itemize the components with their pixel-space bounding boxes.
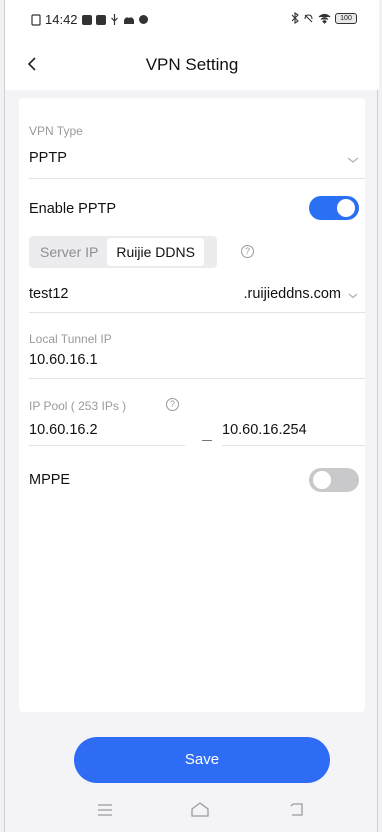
cloud-icon (123, 16, 134, 24)
app-frame: 14:42 100 VPN Setting VPN Type PPTP Enab… (4, 0, 379, 832)
vpn-type-label: VPN Type (29, 124, 83, 138)
sim-icon (31, 13, 41, 26)
settings-card: VPN Type PPTP Enable PPTP Server IP Ruij… (19, 98, 365, 712)
divider (29, 178, 365, 179)
ddns-domain-field[interactable]: test12 .ruijieddns.com (19, 278, 365, 312)
local-tunnel-input[interactable]: 10.60.16.1 (29, 352, 98, 368)
status-left: 14:42 (31, 12, 148, 27)
help-icon[interactable]: ? (166, 398, 179, 411)
tab-ruijie-ddns[interactable]: Ruijie DDNS (107, 238, 204, 266)
server-type-segmented: Server IP Ruijie DDNS (29, 236, 217, 268)
status-right: 100 (291, 12, 357, 24)
divider (29, 378, 365, 379)
tab-server-ip[interactable]: Server IP (31, 238, 107, 266)
chevron-down-icon (347, 157, 359, 163)
mute-icon (304, 13, 313, 22)
mppe-label: MPPE (29, 472, 71, 488)
app-icon (81, 14, 92, 25)
battery-icon: 100 (335, 12, 357, 24)
mppe-toggle[interactable] (309, 468, 359, 492)
local-tunnel-label: Local Tunnel IP (29, 332, 112, 346)
system-nav-bar (5, 790, 379, 832)
ip-pool-start-input[interactable]: 10.60.16.2 (29, 422, 98, 438)
help-icon[interactable]: ? (241, 245, 254, 258)
usb-icon (110, 14, 118, 25)
bluetooth-icon (291, 12, 299, 24)
page-title: VPN Setting (145, 55, 239, 74)
save-button[interactable]: Save (74, 737, 330, 783)
ip-pool-label: IP Pool ( 253 IPs ) (29, 399, 127, 413)
divider (29, 445, 185, 446)
wifi-icon (318, 13, 331, 24)
vpn-type-value: PPTP (29, 150, 67, 166)
vpn-type-select[interactable]: PPTP (19, 142, 365, 178)
back-icon[interactable] (285, 798, 309, 822)
chevron-down-icon (348, 293, 358, 299)
menu-icon[interactable] (93, 798, 117, 822)
ip-pool-end-input[interactable]: 10.60.16.254 (222, 422, 307, 438)
enable-pptp-toggle[interactable] (309, 196, 359, 220)
divider (222, 445, 365, 446)
ddns-suffix-value: .ruijieddns.com (243, 286, 341, 302)
toggle-knob (313, 471, 331, 489)
status-bar: 14:42 100 (5, 0, 379, 40)
alert-icon (138, 15, 148, 24)
range-dash (202, 440, 212, 441)
app-icon (95, 14, 106, 25)
divider (29, 312, 365, 313)
home-icon[interactable] (188, 798, 212, 822)
status-time: 14:42 (45, 12, 78, 27)
ddns-prefix-value: test12 (29, 286, 69, 302)
app-header: VPN Setting (5, 40, 379, 90)
toggle-knob (337, 199, 355, 217)
enable-pptp-label: Enable PPTP (29, 201, 117, 217)
